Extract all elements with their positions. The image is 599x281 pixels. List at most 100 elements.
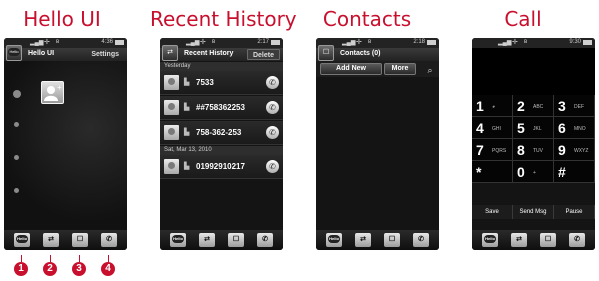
bottom-dock: Hello ⇄ ☐ ✆	[4, 230, 127, 250]
page-title: Hello UI	[28, 50, 55, 57]
dial-key-4[interactable]: 4 GHI	[472, 117, 513, 139]
network-icon: ✛	[512, 39, 518, 46]
recent-history-icon[interactable]: ⇄	[355, 233, 371, 247]
contacts-icon[interactable]: ☐	[228, 233, 244, 247]
pause-button[interactable]: Pause	[554, 205, 595, 219]
save-button[interactable]: Save	[472, 205, 513, 219]
caption-hello-ui: Hello UI	[23, 7, 101, 31]
call-type-icon: ▙	[184, 79, 190, 86]
battery-icon	[115, 40, 124, 45]
call-icon[interactable]: ✆	[413, 233, 429, 247]
call-icon[interactable]: ✆	[257, 233, 273, 247]
avatar	[164, 125, 179, 140]
network-icon: ✛	[44, 39, 50, 46]
avatar	[164, 75, 179, 90]
hello-icon[interactable]: Hello	[170, 233, 186, 247]
dial-display	[472, 48, 595, 95]
dial-key-9[interactable]: 9 WXYZ	[554, 139, 595, 161]
dial-key-hash[interactable]: #	[554, 161, 595, 183]
hello-ui-screen: ▂▄▆ ✛ ʙ 4:36 Hello UI Settings Hello + H…	[4, 38, 127, 250]
signal-bars-icon: ▂▄▆	[30, 40, 44, 46]
svg-text:+: +	[57, 83, 62, 92]
bottom-dock: Hello ⇄ ☐ ✆	[160, 230, 283, 250]
clock: 2:18	[413, 39, 425, 45]
marker-3: 3	[72, 262, 86, 276]
list-item[interactable]: ▙ ##758362253 ✆	[160, 96, 283, 120]
settings-button[interactable]: Settings	[86, 49, 124, 60]
call-icon[interactable]: ✆	[266, 76, 279, 89]
dial-key-3[interactable]: 3 DEF	[554, 95, 595, 117]
marker-tick	[50, 255, 51, 262]
title-bar: Hello UI Settings	[4, 48, 127, 61]
dial-key-6[interactable]: 6 MNO	[554, 117, 595, 139]
hello-app-icon: Hello	[6, 45, 22, 61]
signal-bars-icon: ▂▄▆	[342, 40, 356, 46]
hello-icon[interactable]: Hello	[482, 233, 498, 247]
recent-history-app-icon: ⇄	[162, 45, 178, 61]
dial-key-7[interactable]: 7 PQRS	[472, 139, 513, 161]
delete-button[interactable]: Delete	[246, 49, 280, 60]
list-item[interactable]: ▙ 01992910217 ✆	[160, 155, 283, 179]
rail-dot[interactable]	[14, 155, 19, 160]
bottom-dock: Hello ⇄ ☐ ✆	[472, 230, 595, 250]
recent-history-icon[interactable]: ⇄	[511, 233, 527, 247]
hello-icon[interactable]: Hello	[326, 233, 342, 247]
rail-contact-dot[interactable]	[13, 90, 21, 98]
dial-key-5[interactable]: 5 JKL	[513, 117, 554, 139]
call-type-icon: ▙	[184, 129, 190, 136]
call-icon[interactable]: ✆	[101, 233, 117, 247]
list-item[interactable]: ▙ 758-362-253 ✆	[160, 121, 283, 145]
call-screen: ▂▄▆ ✛ ʙ 9:30 1 ◕ 2 ABC 3 DEF 4 GHI 5 JKL 6 MNO…	[472, 38, 595, 250]
contacts-icon[interactable]: ☐	[540, 233, 556, 247]
bluetooth-icon: ʙ	[524, 39, 528, 45]
marker-tick	[21, 255, 22, 262]
add-contact-icon[interactable]: +	[41, 81, 64, 104]
battery-icon	[271, 40, 280, 45]
call-icon[interactable]: ✆	[266, 126, 279, 139]
section-header: Yesterday	[160, 62, 283, 71]
marker-2: 2	[43, 262, 57, 276]
caption-contacts: Contacts	[322, 7, 412, 31]
recent-history-icon[interactable]: ⇄	[199, 233, 215, 247]
rail-dot[interactable]	[14, 122, 19, 127]
marker-1: 1	[14, 262, 28, 276]
rail-dot[interactable]	[14, 188, 19, 193]
status-bar: ▂▄▆ ✛ ʙ 2:17	[160, 38, 283, 48]
marker-4: 4	[101, 262, 115, 276]
send-msg-button[interactable]: Send Msg	[513, 205, 554, 219]
status-bar: ▂▄▆ ✛ ʙ 4:36	[4, 38, 127, 48]
search-icon[interactable]: ⌕	[424, 64, 436, 76]
entry-number: ##758362253	[196, 103, 245, 112]
dial-key-1[interactable]: 1 ◕	[472, 95, 513, 117]
contacts-icon[interactable]: ☐	[72, 233, 88, 247]
entry-number: 758-362-253	[196, 128, 242, 137]
bluetooth-icon: ʙ	[56, 39, 60, 45]
page-title: Contacts (0)	[340, 50, 381, 57]
clock: 4:36	[101, 39, 113, 45]
call-type-icon: ▙	[184, 104, 190, 111]
call-icon[interactable]: ✆	[266, 101, 279, 114]
dial-key-0[interactable]: 0 +	[513, 161, 554, 183]
status-bar: ▂▄▆ ✛ ʙ 2:18	[316, 38, 439, 48]
signal-bars-icon: ▂▄▆	[498, 40, 512, 46]
call-icon[interactable]: ✆	[266, 160, 279, 173]
avatar	[164, 100, 179, 115]
contacts-icon[interactable]: ☐	[384, 233, 400, 247]
recent-history-icon[interactable]: ⇄	[43, 233, 59, 247]
clock: 9:30	[569, 39, 581, 45]
add-new-button[interactable]: Add New	[320, 63, 382, 75]
dial-key-star[interactable]: *	[472, 161, 513, 183]
bottom-dock: Hello ⇄ ☐ ✆	[316, 230, 439, 250]
more-button[interactable]: More	[384, 63, 416, 75]
call-icon[interactable]: ✆	[569, 233, 585, 247]
dial-key-2[interactable]: 2 ABC	[513, 95, 554, 117]
hello-icon[interactable]: Hello	[14, 233, 30, 247]
dial-key-8[interactable]: 8 TUV	[513, 139, 554, 161]
title-bar: Contacts (0)	[316, 48, 439, 61]
entry-number: 01992910217	[196, 162, 245, 171]
marker-tick	[108, 255, 109, 262]
title-bar: Recent History Delete	[160, 48, 283, 61]
contacts-screen: ▂▄▆ ✛ ʙ 2:18 Contacts (0) ☐ Add New More…	[316, 38, 439, 250]
network-icon: ✛	[200, 39, 206, 46]
list-item[interactable]: ▙ 7533 ✆	[160, 71, 283, 95]
